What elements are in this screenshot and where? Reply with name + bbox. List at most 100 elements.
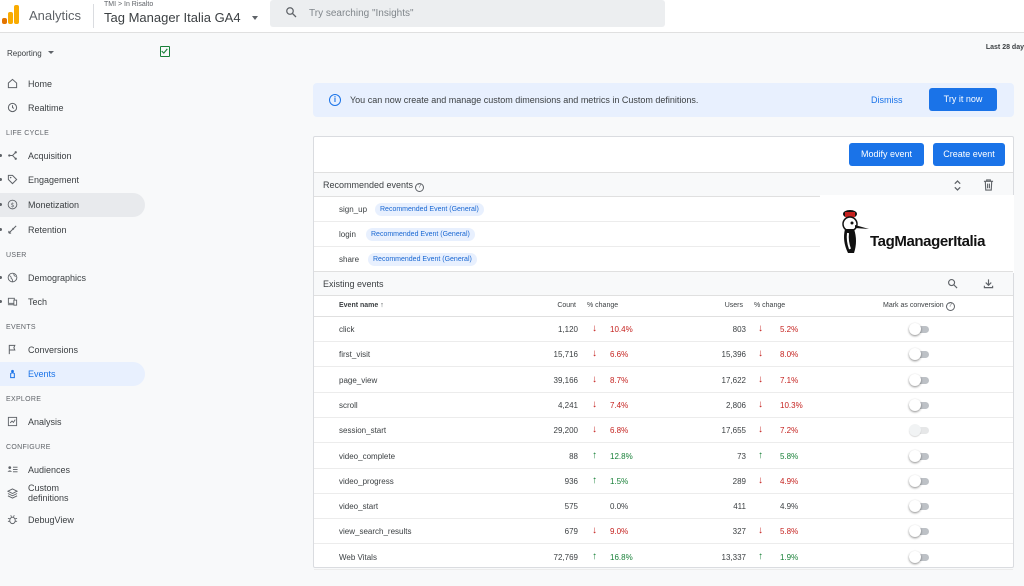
sidebar-item-home[interactable]: Home: [0, 72, 145, 96]
chevron-down-icon[interactable]: [252, 16, 258, 20]
event-users: 73: [737, 451, 746, 461]
existing-events-title: Existing events: [323, 279, 384, 289]
help-icon[interactable]: ?: [415, 183, 425, 192]
arrow-down-icon: ↓: [758, 474, 763, 486]
section-events: EVENTS: [6, 324, 36, 331]
users-change: 4.9%: [780, 502, 799, 512]
sidebar: Reporting Home Realtime LIFE CYCLE Acqui…: [0, 34, 150, 586]
event-count: 575: [564, 502, 578, 512]
mark-conversion-toggle[interactable]: [909, 373, 929, 386]
mark-conversion-toggle[interactable]: [909, 323, 929, 335]
logo-text: TagManagerItalia: [870, 233, 986, 250]
event-name-link[interactable]: scroll: [339, 401, 358, 410]
reporting-dropdown[interactable]: Reporting: [7, 49, 42, 58]
table-row[interactable]: click 1,120 ↓ 10.4% 803 ↓ 5.2%: [314, 317, 1013, 342]
sidebar-item-analysis[interactable]: Analysis: [0, 410, 145, 434]
sidebar-item-events[interactable]: Events: [0, 362, 145, 386]
column-users-change[interactable]: % change: [754, 302, 785, 309]
expand-dot-icon: [0, 228, 2, 231]
recommended-events-title: Recommended events?: [323, 180, 425, 192]
sidebar-item-label: Audiences: [28, 465, 71, 475]
users-change: 7.1%: [780, 375, 799, 385]
account-breadcrumb[interactable]: TMI > In Risalto: [104, 1, 153, 8]
devices-icon: [7, 297, 18, 306]
users-change: 5.8%: [780, 527, 799, 537]
sidebar-item-label: Tech: [28, 297, 48, 307]
table-row[interactable]: video_complete 88 ↑ 12.8% 73 ↑ 5.8%: [314, 444, 1013, 469]
custom-definitions-banner: i You can now create and manage custom d…: [313, 83, 1014, 117]
sidebar-item-label: Realtime: [28, 103, 64, 113]
table-row[interactable]: first_visit 15,716 ↓ 6.6% 15,396 ↓ 8.0%: [314, 342, 1013, 368]
existing-events-header: Existing events: [314, 271, 1013, 296]
mark-conversion-toggle[interactable]: [909, 550, 929, 563]
mark-conversion-toggle[interactable]: [909, 474, 929, 487]
clock-icon: [7, 102, 18, 113]
table-row[interactable]: page_view 39,166 ↓ 8.7% 17,622 ↓ 7.1%: [314, 368, 1013, 393]
table-row[interactable]: session_start 29,200 ↓ 6.8% 17,655 ↓ 7.2%: [314, 418, 1013, 444]
mark-conversion-toggle[interactable]: [909, 525, 929, 538]
sidebar-item-acquisition[interactable]: Acquisition: [0, 144, 145, 168]
delete-icon[interactable]: [983, 179, 994, 191]
expand-collapse-icon[interactable]: [953, 179, 962, 192]
mark-conversion-toggle[interactable]: [909, 500, 929, 513]
table-row[interactable]: scroll 4,241 ↓ 7.4% 2,806 ↓ 10.3%: [314, 393, 1013, 418]
users-change: 8.0%: [780, 350, 799, 360]
analytics-logo[interactable]: [2, 4, 20, 24]
event-name-link[interactable]: page_view: [339, 376, 377, 385]
mark-conversion-toggle[interactable]: [909, 398, 929, 411]
sidebar-item-label: Monetization: [28, 200, 80, 210]
mark-conversion-toggle[interactable]: [909, 449, 929, 462]
try-it-now-button[interactable]: Try it now: [929, 88, 997, 111]
modify-event-button[interactable]: Modify event: [849, 143, 924, 166]
event-name-link[interactable]: Web Vitals: [339, 553, 377, 562]
sidebar-item-custom-definitions[interactable]: Custom definitions: [0, 482, 145, 508]
event-name-link[interactable]: session_start: [339, 426, 386, 435]
table-row[interactable]: Web Vitals 72,769 ↑ 16.8% 13,337 ↑ 1.9%: [314, 545, 1013, 570]
sidebar-item-debugview[interactable]: DebugView: [0, 508, 145, 532]
event-name-link[interactable]: first_visit: [339, 350, 370, 359]
column-event-name[interactable]: Event name ↑: [339, 302, 384, 309]
woodpecker-logo-icon: [842, 210, 869, 253]
table-row[interactable]: video_start 575 0.0% 411 4.9%: [314, 494, 1013, 520]
date-range-selector[interactable]: Last 28 day: [986, 44, 1024, 51]
property-selector[interactable]: Tag Manager Italia GA4: [104, 10, 241, 25]
mark-conversion-toggle[interactable]: [909, 348, 929, 361]
sidebar-item-realtime[interactable]: Realtime: [0, 96, 145, 120]
event-name-link[interactable]: video_progress: [339, 477, 394, 486]
sidebar-item-retention[interactable]: Retention: [0, 218, 145, 242]
sidebar-item-demographics[interactable]: Demographics: [0, 266, 145, 290]
search-icon[interactable]: [947, 278, 958, 289]
chevron-down-icon[interactable]: [48, 51, 54, 54]
event-name-link[interactable]: video_complete: [339, 452, 395, 461]
sidebar-item-conversions[interactable]: Conversions: [0, 338, 145, 362]
column-count[interactable]: Count: [557, 302, 576, 309]
count-change: 8.7%: [610, 375, 629, 385]
table-row[interactable]: view_search_results 679 ↓ 9.0% 327 ↓ 5.8%: [314, 519, 1013, 545]
sidebar-item-engagement[interactable]: Engagement: [0, 168, 145, 192]
table-row[interactable]: video_progress 936 ↑ 1.5% 289 ↓ 4.9%: [314, 469, 1013, 494]
event-users: 2,806: [725, 400, 746, 410]
sidebar-item-monetization[interactable]: $ Monetization: [0, 193, 145, 217]
tag-icon: [7, 174, 18, 185]
create-event-button[interactable]: Create event: [933, 143, 1005, 166]
touch-icon: [10, 369, 15, 379]
dismiss-button[interactable]: Dismiss: [871, 95, 903, 105]
arrow-up-icon: ↑: [758, 449, 763, 461]
event-name-link[interactable]: video_start: [339, 502, 378, 511]
column-users[interactable]: Users: [725, 302, 743, 309]
tag-manager-italia-logo: TagManagerItalia: [820, 195, 1014, 273]
search-icon: [286, 7, 297, 18]
event-users: 289: [732, 476, 746, 486]
download-icon[interactable]: [983, 278, 994, 289]
saved-report-icon[interactable]: [160, 46, 170, 57]
sidebar-item-label: Events: [28, 369, 56, 379]
sidebar-item-audiences[interactable]: Audiences: [0, 458, 145, 482]
users-change: 1.9%: [780, 552, 799, 562]
event-name-link[interactable]: click: [339, 325, 355, 334]
sidebar-item-tech[interactable]: Tech: [0, 290, 145, 314]
help-icon[interactable]: ?: [945, 302, 955, 311]
search-input[interactable]: Try searching "Insights": [270, 0, 665, 27]
column-count-change[interactable]: % change: [587, 302, 618, 309]
event-name-link[interactable]: view_search_results: [339, 527, 411, 536]
sidebar-item-label: Home: [28, 79, 53, 89]
